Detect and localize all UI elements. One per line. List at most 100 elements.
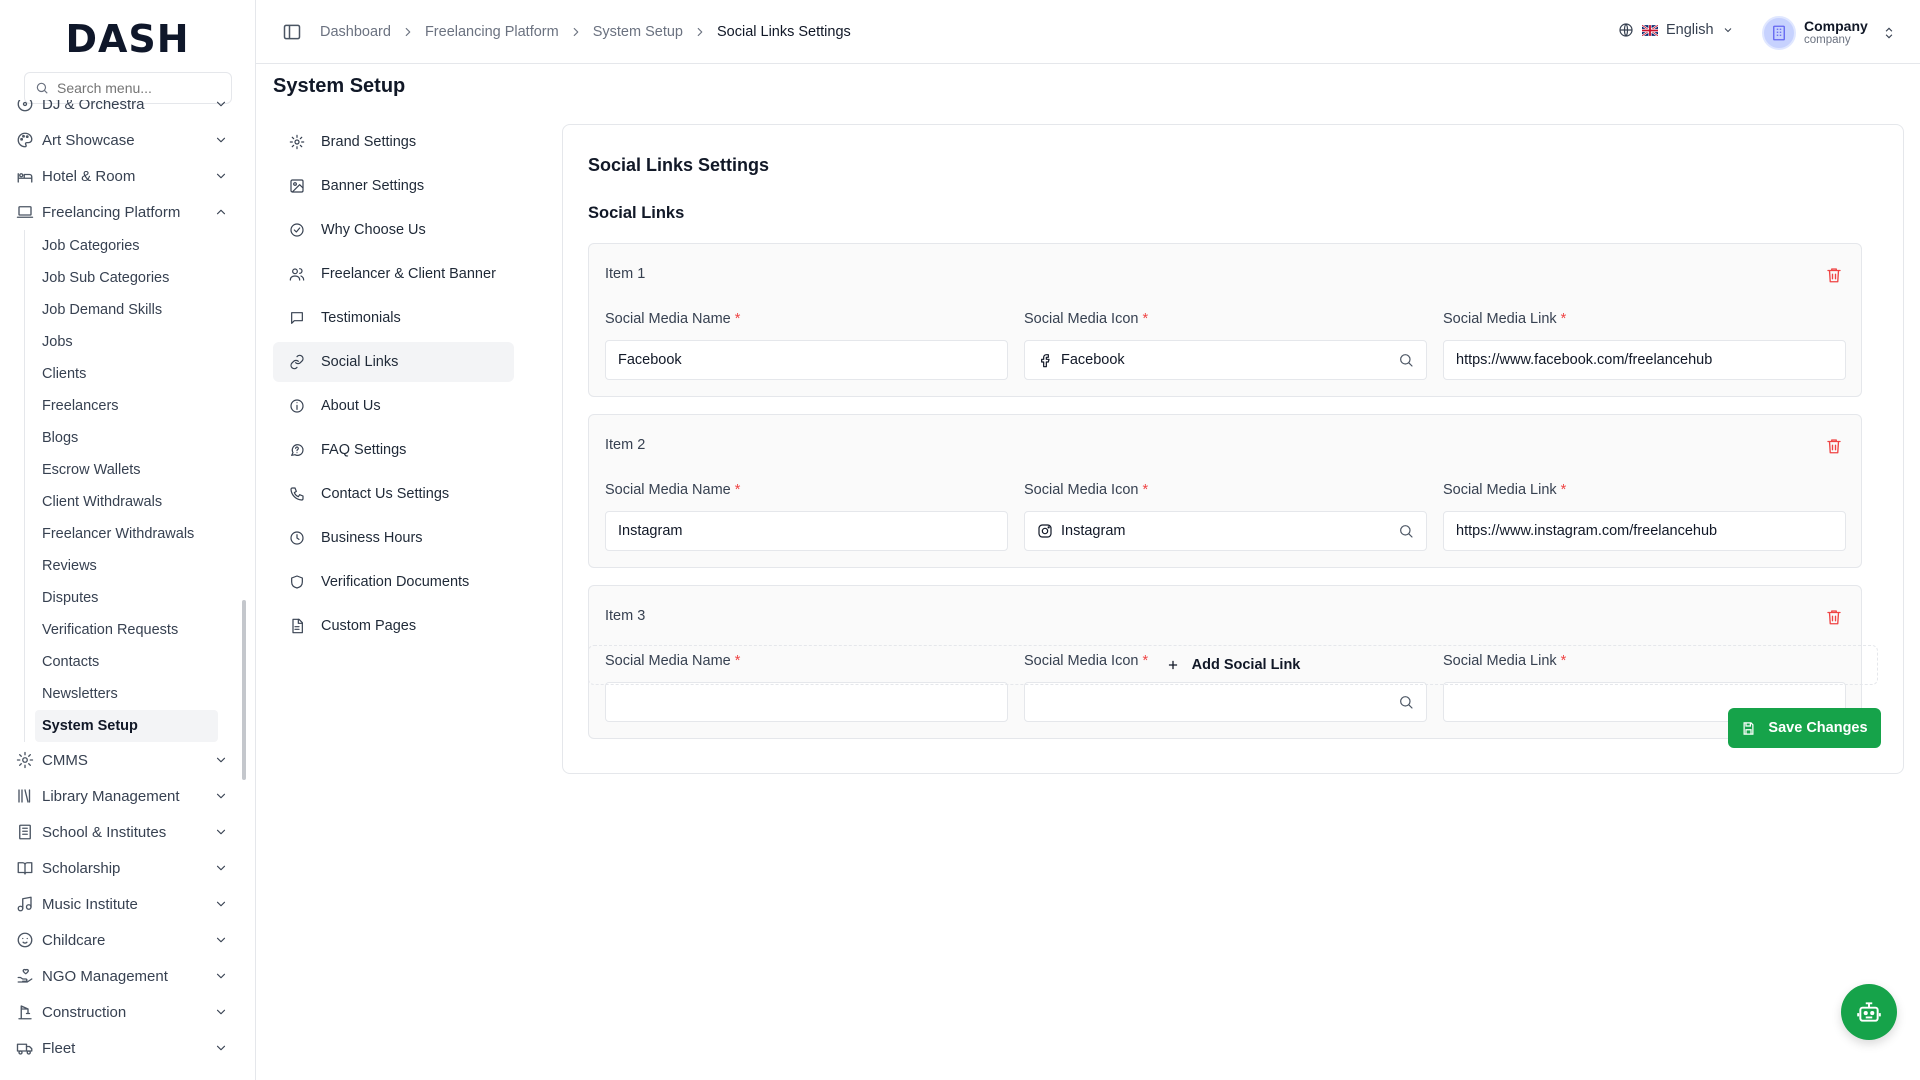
save-changes-label: Save Changes — [1768, 720, 1868, 736]
sidebar-subitem-disputes[interactable]: Disputes — [35, 582, 218, 614]
phone-icon — [290, 487, 304, 501]
delete-item-button[interactable] — [1825, 608, 1843, 626]
input-value: https://www.facebook.com/freelancehub — [1456, 352, 1713, 368]
file-text-icon — [292, 618, 303, 634]
social-media-link-input[interactable]: https://www.facebook.com/freelancehub — [1443, 340, 1846, 380]
chevron-down-icon — [216, 901, 226, 907]
social-media-icon-picker[interactable]: Facebook — [1024, 340, 1427, 380]
sidebar-item-construction[interactable]: Construction — [0, 994, 240, 1030]
link-icon — [290, 354, 304, 370]
breadcrumb-item[interactable]: Dashboard — [320, 24, 391, 40]
required-mark: * — [734, 311, 741, 327]
sidebar-scrollbar[interactable] — [242, 600, 246, 780]
sidebar-item-scholarship[interactable]: Scholarship — [0, 850, 240, 886]
sidebar-search-input[interactable] — [57, 80, 217, 96]
input-value: Instagram — [1061, 523, 1126, 539]
sidebar-subitem-escrow-wallets[interactable]: Escrow Wallets — [35, 454, 218, 486]
dash-logo[interactable]: DASH — [0, 0, 255, 78]
add-social-link-button[interactable]: Add Social Link — [588, 645, 1878, 685]
sidebar-item-label: CMMS — [42, 751, 88, 769]
sidebar-item-label: Library Management — [42, 787, 180, 805]
setup-menu-social-links[interactable]: Social Links — [273, 342, 514, 382]
setup-menu-business-hours[interactable]: Business Hours — [273, 518, 514, 558]
social-media-link-input[interactable]: https://www.instagram.com/freelancehub — [1443, 511, 1846, 551]
setup-menu-contact-us-settings[interactable]: Contact Us Settings — [273, 474, 514, 514]
sidebar-item-fleet[interactable]: Fleet — [0, 1030, 240, 1066]
sidebar-subitem-system-setup[interactable]: System Setup — [35, 710, 218, 742]
sidebar-item-freelancing-platform[interactable]: Freelancing Platform — [0, 194, 240, 230]
add-social-link-label: Add Social Link — [1191, 657, 1301, 673]
label-text: Social Media Name — [605, 311, 731, 327]
setup-menu-why-choose-us[interactable]: Why Choose Us — [273, 210, 514, 250]
sidebar-subitem-jobs[interactable]: Jobs — [35, 326, 218, 358]
setup-menu-freelancer-client-banner[interactable]: Freelancer & Client Banner — [273, 254, 514, 294]
chevron-down-icon — [216, 1045, 226, 1051]
setup-menu-label: Testimonials — [321, 310, 401, 326]
crane-icon — [18, 1005, 32, 1020]
sidebar-subitem-blogs[interactable]: Blogs — [35, 422, 218, 454]
sidebar-subitem-freelancers[interactable]: Freelancers — [35, 390, 218, 422]
music-disc-icon — [17, 100, 33, 112]
social-media-name-label: Social Media Name * — [605, 482, 740, 498]
social-media-name-input[interactable] — [605, 682, 1008, 722]
delete-item-button[interactable] — [1825, 437, 1843, 455]
user-menu[interactable]: Company company — [1762, 16, 1896, 50]
setup-menu-verification-documents[interactable]: Verification Documents — [273, 562, 514, 602]
setup-menu-banner-settings[interactable]: Banner Settings — [273, 166, 514, 206]
sidebar-item-cmms[interactable]: CMMS — [0, 742, 240, 778]
social-media-name-input[interactable]: Facebook — [605, 340, 1008, 380]
social-links-card: Social Links Settings Social Links Item … — [562, 124, 1904, 774]
sidebar-item-school-institutes[interactable]: School & Institutes — [0, 814, 240, 850]
sidebar-nav: DJ & Orchestra Art Showcase Hotel & Room… — [0, 100, 240, 1075]
sidebar-subitem-reviews[interactable]: Reviews — [35, 550, 218, 582]
setup-menu-faq-settings[interactable]: FAQ Settings — [273, 430, 514, 470]
sidebar-item-label: Music Institute — [42, 895, 138, 913]
uk-flag-icon — [1642, 24, 1658, 36]
bot-icon — [1857, 1002, 1881, 1022]
sidebar-subitem-job-categories[interactable]: Job Categories — [35, 230, 218, 262]
social-media-icon-picker[interactable]: Instagram — [1024, 511, 1427, 551]
social-link-item: Item 2 Social Media Name * Social Media I… — [588, 414, 1862, 568]
sidebar-item-library-management[interactable]: Library Management — [0, 778, 240, 814]
sidebar-item-hotel-room[interactable]: Hotel & Room — [0, 158, 240, 194]
hand-heart-icon — [17, 968, 33, 983]
trash-icon — [1827, 610, 1841, 625]
chevron-down-icon — [1724, 28, 1731, 33]
setup-menu-label: Brand Settings — [321, 134, 417, 150]
sidebar-toggle-icon[interactable] — [282, 22, 302, 42]
breadcrumb-item[interactable]: System Setup — [593, 24, 683, 40]
setup-menu-testimonials[interactable]: Testimonials — [273, 298, 514, 338]
social-media-icon-picker[interactable] — [1024, 682, 1427, 722]
freelancing-subnav: Job Categories Job Sub Categories Job Dema… — [24, 230, 240, 742]
sidebar-subitem-client-withdrawals[interactable]: Client Withdrawals — [35, 486, 218, 518]
sidebar-subitem-clients[interactable]: Clients — [35, 358, 218, 390]
sidebar-item-ngo-management[interactable]: NGO Management — [0, 958, 240, 994]
sidebar-subitem-job-demand-skills[interactable]: Job Demand Skills — [35, 294, 218, 326]
sidebar-subitem-freelancer-withdrawals[interactable]: Freelancer Withdrawals — [35, 518, 218, 550]
sidebar-item-music-institute[interactable]: Music Institute — [0, 886, 240, 922]
laptop-icon — [16, 206, 34, 218]
sidebar-subitem-verification-requests[interactable]: Verification Requests — [35, 614, 218, 646]
save-changes-button[interactable]: Save Changes — [1728, 708, 1881, 748]
sidebar-item-childcare[interactable]: Childcare — [0, 922, 240, 958]
sidebar-subitem-contacts[interactable]: Contacts — [35, 646, 218, 678]
search-icon — [36, 82, 48, 94]
setup-menu-label: Freelancer & Client Banner — [321, 266, 496, 282]
social-media-name-input[interactable]: Instagram — [605, 511, 1008, 551]
delete-item-button[interactable] — [1825, 266, 1843, 284]
card-title: Social Links Settings — [588, 155, 770, 175]
setup-menu-about-us[interactable]: About Us — [273, 386, 514, 426]
setup-menu-custom-pages[interactable]: Custom Pages — [273, 606, 514, 646]
breadcrumb-item[interactable]: Freelancing Platform — [425, 24, 559, 40]
sidebar-item-art-showcase[interactable]: Art Showcase — [0, 122, 240, 158]
chat-bot-button[interactable] — [1841, 984, 1897, 1040]
sidebar-subitem-job-sub-categories[interactable]: Job Sub Categories — [35, 262, 218, 294]
gear-icon — [289, 134, 305, 150]
sidebar-subitem-newsletters[interactable]: Newsletters — [35, 678, 218, 710]
language-selector[interactable]: English — [1618, 22, 1734, 38]
sidebar-item-dj-orchestra[interactable]: DJ & Orchestra — [0, 100, 240, 122]
setup-menu-label: About Us — [321, 398, 381, 414]
globe-icon — [1619, 23, 1633, 37]
input-value: Facebook — [1061, 352, 1125, 368]
setup-menu-brand-settings[interactable]: Brand Settings — [273, 122, 514, 162]
